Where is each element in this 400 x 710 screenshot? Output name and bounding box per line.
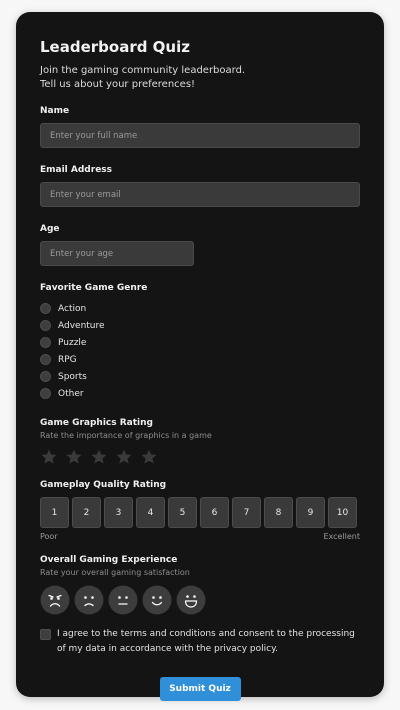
experience-label: Overall Gaming Experience bbox=[40, 555, 178, 565]
radio-button[interactable] bbox=[40, 320, 51, 331]
scale-button-5[interactable]: 5 bbox=[168, 497, 197, 528]
genre-option-label: Puzzle bbox=[58, 337, 87, 348]
scale-button-8[interactable]: 8 bbox=[264, 497, 293, 528]
graphics-star-rating bbox=[40, 448, 360, 466]
subtitle-line-1: Join the gaming community leaderboard. bbox=[40, 65, 246, 76]
experience-hint: Rate your overall gaming satisfaction bbox=[40, 568, 190, 577]
angry-face-icon[interactable] bbox=[40, 585, 70, 615]
genre-option-rpg[interactable]: RPG bbox=[40, 351, 360, 368]
star-icon[interactable] bbox=[40, 448, 58, 466]
radio-button[interactable] bbox=[40, 388, 51, 399]
radio-button[interactable] bbox=[40, 337, 51, 348]
radio-button[interactable] bbox=[40, 354, 51, 365]
age-group: Age bbox=[40, 224, 360, 266]
genre-label: Favorite Game Genre bbox=[40, 283, 148, 293]
genre-option-sports[interactable]: Sports bbox=[40, 368, 360, 385]
name-input[interactable] bbox=[40, 123, 360, 148]
form-subtitle: Join the gaming community leaderboard. T… bbox=[40, 64, 360, 92]
scale-button-2[interactable]: 2 bbox=[72, 497, 101, 528]
scale-button-3[interactable]: 3 bbox=[104, 497, 133, 528]
email-group: Email Address bbox=[40, 165, 360, 207]
consent-text: I agree to the terms and conditions and … bbox=[57, 629, 355, 654]
radio-button[interactable] bbox=[40, 303, 51, 314]
neutral-face-icon[interactable] bbox=[108, 585, 138, 615]
scale-low-label: Poor bbox=[40, 532, 58, 541]
scale-labels: Poor Excellent bbox=[40, 532, 360, 541]
genre-option-label: Sports bbox=[58, 371, 87, 382]
genre-option-adventure[interactable]: Adventure bbox=[40, 317, 360, 334]
scale-button-7[interactable]: 7 bbox=[232, 497, 261, 528]
gameplay-scale: 1 2 3 4 5 6 7 8 9 10 bbox=[40, 497, 360, 528]
gameplay-label: Gameplay Quality Rating bbox=[40, 480, 167, 490]
sad-face-icon[interactable] bbox=[74, 585, 104, 615]
happy-face-icon[interactable] bbox=[142, 585, 172, 615]
graphics-hint: Rate the importance of graphics in a gam… bbox=[40, 431, 212, 440]
experience-group: Overall Gaming Experience Rate your over… bbox=[40, 555, 360, 615]
genre-group: Favorite Game Genre Action Adventure Puz… bbox=[40, 283, 360, 402]
genre-option-other[interactable]: Other bbox=[40, 385, 360, 402]
email-input[interactable] bbox=[40, 182, 360, 207]
form-title: Leaderboard Quiz bbox=[40, 38, 190, 56]
scale-button-10[interactable]: 10 bbox=[328, 497, 357, 528]
genre-option-label: Action bbox=[58, 303, 87, 314]
quiz-card: Leaderboard Quiz Join the gaming communi… bbox=[16, 12, 384, 701]
star-icon[interactable] bbox=[140, 448, 158, 466]
submit-button[interactable]: Submit Quiz bbox=[159, 677, 241, 701]
gameplay-group: Gameplay Quality Rating 1 2 3 4 5 6 7 8 … bbox=[40, 480, 360, 541]
consent-row: I agree to the terms and conditions and … bbox=[40, 627, 360, 657]
subtitle-line-2: Tell us about your preferences! bbox=[40, 79, 196, 90]
scale-button-6[interactable]: 6 bbox=[200, 497, 229, 528]
age-label: Age bbox=[40, 224, 60, 234]
graphics-group: Game Graphics Rating Rate the importance… bbox=[40, 418, 360, 466]
consent-checkbox[interactable] bbox=[40, 629, 51, 640]
experience-face-rating bbox=[40, 585, 360, 615]
genre-option-label: Adventure bbox=[58, 320, 105, 331]
star-icon[interactable] bbox=[115, 448, 133, 466]
genre-option-action[interactable]: Action bbox=[40, 300, 360, 317]
graphics-label: Game Graphics Rating bbox=[40, 418, 153, 428]
genre-option-puzzle[interactable]: Puzzle bbox=[40, 334, 360, 351]
star-icon[interactable] bbox=[65, 448, 83, 466]
scale-button-9[interactable]: 9 bbox=[296, 497, 325, 528]
name-label: Name bbox=[40, 106, 70, 116]
star-icon[interactable] bbox=[90, 448, 108, 466]
scale-high-label: Excellent bbox=[323, 532, 360, 541]
genre-option-label: RPG bbox=[58, 354, 77, 365]
scale-button-1[interactable]: 1 bbox=[40, 497, 69, 528]
radio-button[interactable] bbox=[40, 371, 51, 382]
scale-button-4[interactable]: 4 bbox=[136, 497, 165, 528]
email-label: Email Address bbox=[40, 165, 113, 175]
genre-option-label: Other bbox=[58, 388, 84, 399]
name-group: Name bbox=[40, 106, 360, 148]
very-happy-face-icon[interactable] bbox=[176, 585, 206, 615]
age-input[interactable] bbox=[40, 241, 194, 266]
